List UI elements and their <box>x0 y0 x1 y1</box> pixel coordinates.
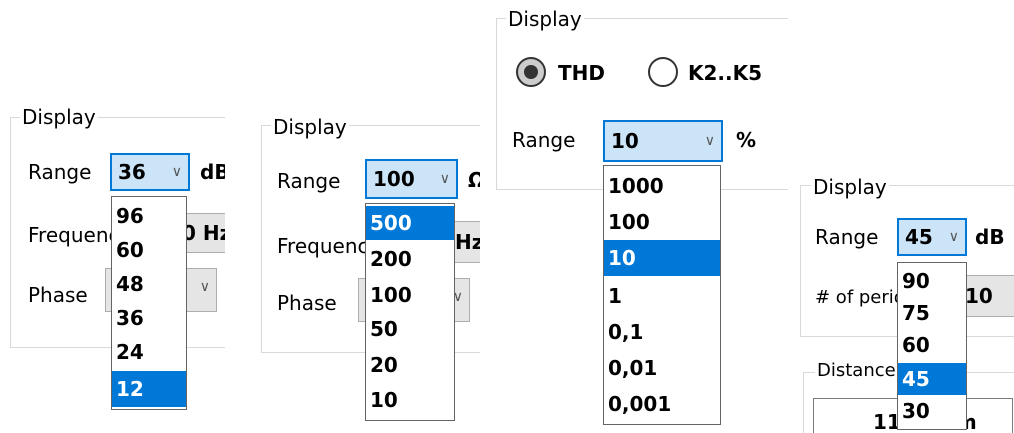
radio-thd-label[interactable]: THD <box>558 61 605 85</box>
range-combobox[interactable]: 45 ∨ <box>897 218 967 256</box>
dropdown-option[interactable]: 1 <box>604 278 720 314</box>
dropdown-option[interactable]: 10 <box>366 382 454 418</box>
dropdown-option-selected[interactable]: 12 <box>112 371 186 407</box>
display-group-title: Display <box>271 115 349 139</box>
dropdown-option[interactable]: 90 <box>898 265 966 297</box>
panel-3: Display THD K2..K5 Range 10 ∨ % 1000 100… <box>488 0 788 433</box>
phase-label: Phase <box>28 283 88 307</box>
range-value: 36 <box>118 160 146 184</box>
range-label: Range <box>815 225 879 249</box>
range-combobox[interactable]: 10 ∨ <box>603 120 723 162</box>
distance-group-title: Distance <box>815 360 898 382</box>
chevron-down-icon[interactable]: ∨ <box>705 122 715 160</box>
radio-dot-icon <box>524 65 538 79</box>
range-label: Range <box>512 128 576 152</box>
dropdown-option-selected[interactable]: 500 <box>366 206 454 240</box>
dropdown-option[interactable]: 0,001 <box>604 386 720 422</box>
range-label: Range <box>277 169 341 193</box>
dropdown-option[interactable]: 36 <box>112 301 186 335</box>
radio-k2-k5-label[interactable]: K2..K5 <box>688 61 762 85</box>
frequency-value: Hz <box>455 230 480 254</box>
dropdown-option[interactable]: 30 <box>898 395 966 427</box>
range-dropdown-list[interactable]: 96 60 48 36 24 12 <box>111 196 187 410</box>
dropdown-option[interactable]: 0,1 <box>604 314 720 350</box>
dropdown-option[interactable]: 100 <box>604 204 720 240</box>
radio-k2-k5[interactable] <box>648 57 678 87</box>
panel-4: Display Range 45 ∨ dB # of periods 10 Di… <box>795 160 1014 433</box>
chevron-down-icon[interactable]: ∨ <box>172 155 182 189</box>
range-value: 10 <box>611 129 639 153</box>
range-unit: dB <box>975 225 1005 249</box>
range-dropdown-list[interactable]: 90 75 60 45 30 <box>897 262 967 430</box>
panel-2: Display Range 100 ∨ Ω Frequency Hz Phase… <box>255 105 480 433</box>
dropdown-option[interactable]: 200 <box>366 242 454 276</box>
chevron-down-icon[interactable]: ∨ <box>440 161 450 197</box>
range-dropdown-list[interactable]: 1000 100 10 1 0,1 0,01 0,001 <box>603 165 721 425</box>
display-group-title: Display <box>20 105 98 129</box>
range-unit: dB <box>200 160 225 184</box>
range-combobox[interactable]: 100 ∨ <box>365 159 458 199</box>
dropdown-option[interactable]: 48 <box>112 267 186 301</box>
range-unit: % <box>736 128 757 152</box>
dropdown-option[interactable]: 60 <box>898 329 966 361</box>
frequency-value: 0 Hz <box>182 221 225 245</box>
dropdown-option[interactable]: 24 <box>112 335 186 369</box>
dropdown-option[interactable]: 0,01 <box>604 350 720 386</box>
range-label: Range <box>28 160 92 184</box>
dropdown-option[interactable]: 50 <box>366 312 454 346</box>
dropdown-option-selected[interactable]: 45 <box>898 363 966 395</box>
dropdown-option[interactable]: 20 <box>366 348 454 382</box>
dropdown-option[interactable]: 75 <box>898 297 966 329</box>
dropdown-option-selected[interactable]: 10 <box>604 240 720 276</box>
dropdown-option[interactable]: 1000 <box>604 168 720 204</box>
range-dropdown-list[interactable]: 500 200 100 50 20 10 <box>365 203 455 421</box>
chevron-down-icon[interactable]: ∨ <box>949 220 959 254</box>
dropdown-option[interactable]: 60 <box>112 233 186 267</box>
periods-value: 10 <box>965 284 993 308</box>
display-group-title: Display <box>811 175 889 199</box>
panel-1: Display Range 36 ∨ dB Frequency 0 Hz Pha… <box>0 100 225 433</box>
dropdown-option[interactable]: 100 <box>366 278 454 312</box>
range-unit: Ω <box>468 168 480 192</box>
display-group-title: Display <box>506 7 584 31</box>
radio-thd[interactable] <box>516 57 546 87</box>
chevron-down-icon[interactable]: ∨ <box>200 279 210 295</box>
phase-label: Phase <box>277 291 337 315</box>
range-value: 100 <box>373 167 415 191</box>
range-combobox[interactable]: 36 ∨ <box>110 153 190 191</box>
range-value: 45 <box>905 225 933 249</box>
dropdown-option[interactable]: 96 <box>112 199 186 233</box>
